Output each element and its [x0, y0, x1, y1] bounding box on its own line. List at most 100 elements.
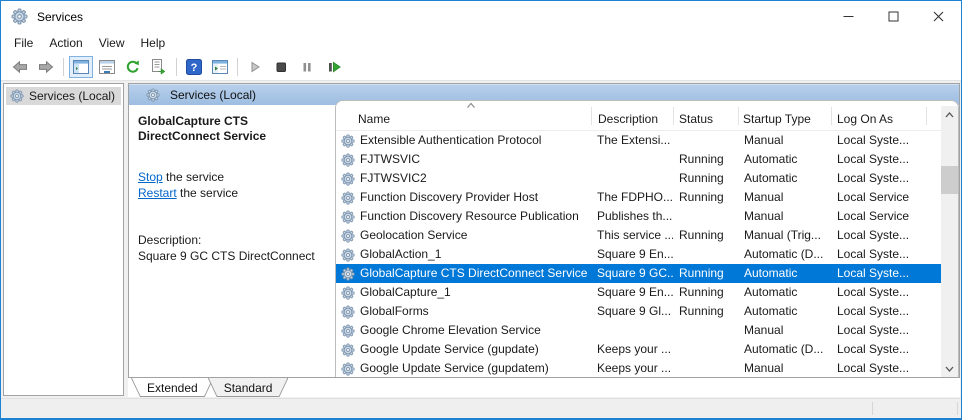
service-row[interactable]: Geolocation ServiceThis service ...Runni…: [336, 226, 941, 245]
close-button[interactable]: [916, 1, 961, 32]
start-service-button[interactable]: [243, 56, 267, 78]
column-divider[interactable]: [738, 107, 739, 125]
column-header-status[interactable]: Status: [679, 112, 713, 126]
services-gear-icon: [146, 88, 160, 102]
service-log-on-as: Local Syste...: [831, 359, 941, 377]
service-status: Running: [673, 283, 738, 302]
menu-bar: FileActionViewHelp: [1, 32, 961, 54]
service-name: Google Chrome Elevation Service: [360, 321, 541, 340]
column-divider[interactable]: [831, 107, 832, 125]
extended-view-pane: GlobalCapture CTS DirectConnect Service …: [129, 105, 335, 377]
show-console-tree-button[interactable]: [69, 56, 93, 78]
service-row[interactable]: FJTWSVIC2RunningAutomaticLocal Syste...: [336, 169, 941, 188]
menu-help[interactable]: Help: [133, 33, 174, 53]
window-title: Services: [37, 10, 83, 24]
service-name: Extensible Authentication Protocol: [360, 131, 541, 150]
export-list-button[interactable]: [147, 56, 171, 78]
service-description: Square 9 En...: [591, 245, 673, 264]
service-log-on-as: Local Syste...: [831, 169, 941, 188]
column-header-name[interactable]: Name: [358, 112, 390, 126]
menu-file[interactable]: File: [6, 33, 41, 53]
service-row[interactable]: Google Chrome Elevation ServiceManualLoc…: [336, 321, 941, 340]
service-row[interactable]: Google Update Service (gupdatem)Keeps yo…: [336, 359, 941, 377]
scroll-down-button[interactable]: [941, 360, 958, 377]
services-gear-icon: [11, 8, 28, 25]
menu-view[interactable]: View: [91, 33, 133, 53]
service-action-links: Stop the service Restart the service: [138, 169, 327, 201]
service-gear-icon: [341, 172, 355, 186]
column-divider[interactable]: [926, 107, 927, 125]
stop-service-link[interactable]: Stop: [138, 170, 163, 184]
show-action-pane-button[interactable]: [208, 56, 232, 78]
scrollbar-thumb[interactable]: [941, 166, 958, 194]
status-bar-divider: [957, 402, 958, 415]
scroll-up-button[interactable]: [941, 106, 958, 123]
properties-icon: [99, 60, 115, 74]
tab-extended[interactable]: Extended: [131, 378, 214, 397]
service-row[interactable]: GlobalCapture CTS DirectConnect ServiceS…: [336, 264, 941, 283]
column-divider[interactable]: [673, 107, 674, 125]
service-log-on-as: Local Syste...: [831, 150, 941, 169]
restart-service-button[interactable]: [321, 56, 345, 78]
service-log-on-as: Local Syste...: [831, 321, 941, 340]
description-text: Square 9 GC CTS DirectConnect: [138, 248, 327, 264]
service-gear-icon: [341, 191, 355, 205]
service-row[interactable]: Function Discovery Resource PublicationP…: [336, 207, 941, 226]
tab-standard[interactable]: Standard: [208, 378, 289, 397]
scroll-down-icon: [945, 366, 954, 372]
column-divider[interactable]: [591, 107, 592, 125]
tree-item-label: Services (Local): [29, 89, 115, 103]
restart-service-link[interactable]: Restart: [138, 186, 177, 200]
vertical-scrollbar[interactable]: [941, 106, 958, 377]
service-row[interactable]: Extensible Authentication Protocol The Ex…: [336, 131, 941, 150]
back-arrow-icon: [12, 59, 28, 75]
service-name-cell: Geolocation Service: [336, 226, 591, 245]
menu-action[interactable]: Action: [41, 33, 90, 53]
service-startup-type: Manual: [738, 359, 831, 377]
service-log-on-as: Local Syste...: [831, 302, 941, 321]
tree-item-services-local[interactable]: Services (Local): [6, 87, 121, 105]
service-name-cell: GlobalCapture_1: [336, 283, 591, 302]
service-row[interactable]: FJTWSVICRunningAutomaticLocal Syste...: [336, 150, 941, 169]
service-status: Running: [673, 169, 738, 188]
service-description: The FDPHO...: [591, 188, 673, 207]
restart-service-suffix: the service: [177, 186, 238, 200]
column-header-description[interactable]: Description: [598, 112, 658, 126]
column-header-startup-type[interactable]: Startup Type: [743, 112, 811, 126]
refresh-button[interactable]: [121, 56, 145, 78]
forward-button[interactable]: [34, 56, 58, 78]
service-startup-type: Manual: [738, 131, 831, 150]
service-row[interactable]: Google Update Service (gupdate)Keeps you…: [336, 340, 941, 359]
service-row[interactable]: GlobalAction_1Square 9 En...Automatic (D…: [336, 245, 941, 264]
column-header-log-on-as[interactable]: Log On As: [837, 112, 893, 126]
stop-service-button[interactable]: [269, 56, 293, 78]
title-bar: Services: [1, 1, 961, 32]
result-pane-title: Services (Local): [170, 88, 256, 102]
console-tree-pane: Services (Local): [3, 83, 124, 396]
service-startup-type: Automatic (D...: [738, 245, 831, 264]
stop-service-line: Stop the service: [138, 169, 327, 185]
help-button[interactable]: ?: [182, 56, 206, 78]
service-row[interactable]: Function Discovery Provider HostThe FDPH…: [336, 188, 941, 207]
service-row[interactable]: GlobalCapture_1Square 9 En...RunningAuto…: [336, 283, 941, 302]
service-gear-icon: [341, 343, 355, 357]
service-name-cell: Function Discovery Resource Publication: [336, 207, 591, 226]
minimize-button[interactable]: [826, 1, 871, 32]
service-status: Running: [673, 264, 738, 283]
service-name: Function Discovery Resource Publication: [360, 207, 579, 226]
service-status: [673, 245, 738, 264]
description-label: Description:: [138, 232, 327, 248]
service-name-cell: Google Update Service (gupdatem): [336, 359, 591, 377]
service-startup-type: Automatic: [738, 150, 831, 169]
toolbar: ?: [1, 54, 961, 81]
service-name-cell: FJTWSVIC2: [336, 169, 591, 188]
main-pane: Services (Local) GlobalCapture CTS Direc…: [128, 83, 960, 378]
toolbar-separator: [63, 58, 64, 76]
service-description: The Extensi...: [591, 131, 673, 150]
back-button[interactable]: [8, 56, 32, 78]
service-log-on-as: Local Syste...: [831, 340, 941, 359]
properties-button[interactable]: [95, 56, 119, 78]
service-row[interactable]: GlobalFormsSquare 9 Gl...RunningAutomati…: [336, 302, 941, 321]
maximize-button[interactable]: [871, 1, 916, 32]
pause-service-button[interactable]: [295, 56, 319, 78]
